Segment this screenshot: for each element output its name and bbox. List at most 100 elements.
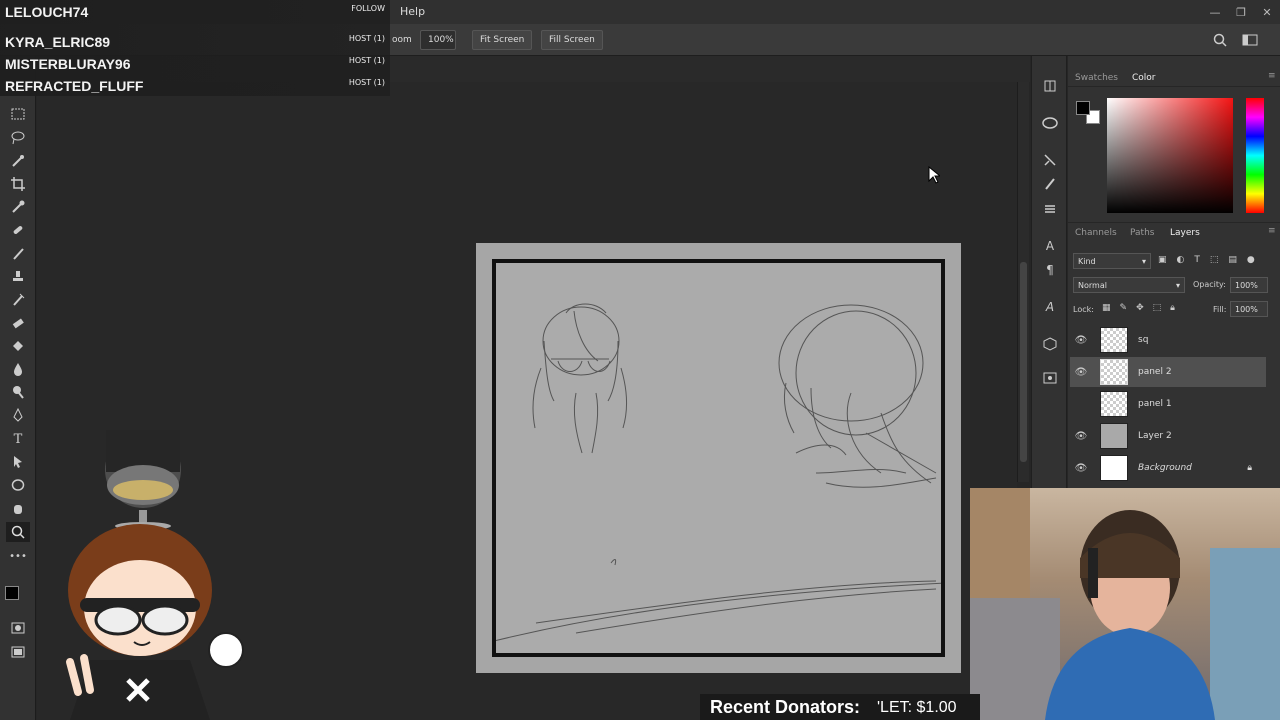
close-button[interactable]: ✕	[1254, 0, 1280, 24]
lock-transparency-icon[interactable]: ▦	[1102, 303, 1111, 313]
libraries-icon[interactable]	[1040, 113, 1060, 133]
lock-position-icon[interactable]: ✥	[1136, 303, 1144, 313]
mouse-cursor-icon	[928, 166, 940, 184]
color-picker-field[interactable]	[1107, 98, 1233, 213]
tab-swatches[interactable]: Swatches	[1075, 73, 1118, 83]
layer-row[interactable]: 👁︎ Background 🔒︎	[1070, 453, 1266, 483]
visibility-eye-icon[interactable]: 👁︎	[1070, 463, 1092, 474]
brush-tool[interactable]	[6, 244, 30, 264]
tab-layers[interactable]: Layers	[1170, 228, 1200, 238]
quick-mask-icon[interactable]	[6, 618, 30, 638]
dodge-tool[interactable]	[6, 382, 30, 402]
scrollbar-thumb[interactable]	[1020, 262, 1027, 462]
hue-slider[interactable]	[1246, 98, 1264, 213]
screen-mode-icon[interactable]	[6, 642, 30, 662]
tab-color[interactable]: Color	[1132, 73, 1156, 83]
search-icon[interactable]	[1213, 33, 1227, 47]
shape-filter-icon[interactable]: ⬚	[1210, 255, 1219, 267]
event-row: LELOUCH74 FOLLOW	[0, 0, 390, 22]
layer-row[interactable]: 👁︎ sq	[1070, 325, 1266, 355]
webcam-image	[970, 488, 1280, 720]
blur-tool[interactable]	[6, 359, 30, 379]
filter-toggle-icon[interactable]: ●	[1247, 255, 1255, 267]
zoom-input[interactable]: 100%	[420, 30, 456, 50]
sketch-drawing	[496, 303, 941, 642]
tab-channels[interactable]: Channels	[1075, 228, 1117, 238]
fill-input[interactable]: 100%	[1230, 301, 1268, 317]
lock-all-icon[interactable]: 🔒︎	[1170, 303, 1175, 313]
foreground-color-swatch[interactable]	[5, 586, 19, 600]
blend-mode-value: Normal	[1078, 280, 1107, 290]
tab-paths[interactable]: Paths	[1130, 228, 1154, 238]
hand-tool[interactable]	[6, 498, 30, 518]
webcam-feed	[970, 488, 1280, 720]
pen-tool[interactable]	[6, 405, 30, 425]
paint-bucket-tool[interactable]	[6, 336, 30, 356]
character-icon[interactable]: A	[1040, 236, 1060, 256]
layer-row[interactable]: 👁︎ panel 2	[1070, 357, 1266, 387]
workspace-icon[interactable]	[1242, 33, 1260, 47]
opacity-input[interactable]: 100%	[1230, 277, 1268, 293]
layer-filter-select[interactable]: Kind ▾	[1073, 253, 1151, 269]
properties-icon[interactable]	[1040, 368, 1060, 388]
lock-pixels-icon[interactable]: ✎	[1120, 303, 1128, 313]
zoom-value: 100%	[428, 35, 454, 45]
tools-panel: T •••	[0, 56, 36, 720]
lock-icon: 🔒︎	[1247, 463, 1252, 473]
event-username: KYRA_ELRIC89	[5, 34, 111, 50]
crop-tool[interactable]	[6, 174, 30, 194]
clone-stamp-tool[interactable]	[6, 267, 30, 287]
marquee-tool[interactable]	[6, 104, 30, 124]
layer-row[interactable]: panel 1	[1070, 389, 1266, 419]
lock-label: Lock:	[1073, 305, 1094, 314]
comic-panel-frame[interactable]	[492, 259, 945, 657]
layer-thumbnail	[1100, 423, 1128, 449]
history-brush-tool[interactable]	[6, 290, 30, 310]
eraser-tool[interactable]	[6, 313, 30, 333]
visibility-eye-icon[interactable]: 👁︎	[1070, 367, 1092, 378]
lock-artboard-icon[interactable]: ⬚	[1153, 303, 1162, 313]
history-panel-icon[interactable]	[1040, 76, 1060, 96]
3d-icon[interactable]	[1040, 334, 1060, 354]
visibility-eye-icon[interactable]: 👁︎	[1070, 431, 1092, 442]
glyphs-icon[interactable]: A	[1040, 297, 1060, 317]
brushes-icon[interactable]	[1040, 199, 1060, 219]
event-row: REFRACTED_FLUFF HOST (1)	[0, 74, 390, 96]
more-tools-icon[interactable]: •••	[6, 546, 30, 566]
layer-thumbnail	[1100, 391, 1128, 417]
path-selection-tool[interactable]	[6, 452, 30, 472]
adjustment-filter-icon[interactable]: ◐	[1177, 255, 1185, 267]
layers-menu-icon[interactable]: ≡	[1268, 226, 1276, 236]
event-row: MISTERBLURAY96 HOST (1)	[0, 52, 390, 74]
ellipse-tool[interactable]	[6, 475, 30, 495]
blend-mode-select[interactable]: Normal ▾	[1073, 277, 1185, 293]
visibility-eye-icon[interactable]: 👁︎	[1070, 335, 1092, 346]
canvas-vertical-scrollbar[interactable]	[1017, 82, 1029, 482]
layer-filter-icons: ▣ ◐ T ⬚ ▤ ●	[1158, 255, 1268, 267]
zoom-label: oom	[392, 35, 412, 45]
event-type: HOST (1)	[348, 34, 385, 43]
layer-name: Background	[1138, 463, 1192, 473]
menu-help[interactable]: Help	[400, 5, 425, 18]
maximize-button[interactable]: ❐	[1228, 0, 1254, 24]
event-row: KYRA_ELRIC89 HOST (1)	[0, 30, 390, 52]
type-filter-icon[interactable]: T	[1194, 255, 1200, 267]
image-filter-icon[interactable]: ▣	[1158, 255, 1167, 267]
fill-screen-button[interactable]: Fill Screen	[541, 30, 603, 50]
smart-object-filter-icon[interactable]: ▤	[1228, 255, 1237, 267]
color-foreground-swatch[interactable]	[1076, 101, 1090, 115]
type-tool[interactable]: T	[6, 429, 30, 449]
layer-name: Layer 2	[1138, 431, 1172, 441]
zoom-tool[interactable]	[6, 522, 30, 542]
lasso-tool[interactable]	[6, 128, 30, 148]
paragraph-icon[interactable]: ¶	[1040, 260, 1060, 280]
healing-brush-tool[interactable]	[6, 220, 30, 240]
magic-wand-tool[interactable]	[6, 151, 30, 171]
panel-menu-icon[interactable]: ≡	[1268, 71, 1276, 81]
minimize-button[interactable]: —	[1202, 0, 1228, 24]
eyedropper-tool[interactable]	[6, 197, 30, 217]
brush-settings-icon[interactable]	[1040, 174, 1060, 194]
fit-screen-button[interactable]: Fit Screen	[472, 30, 533, 50]
adjustments-icon[interactable]	[1040, 150, 1060, 170]
layer-row[interactable]: 👁︎ Layer 2	[1070, 421, 1266, 451]
